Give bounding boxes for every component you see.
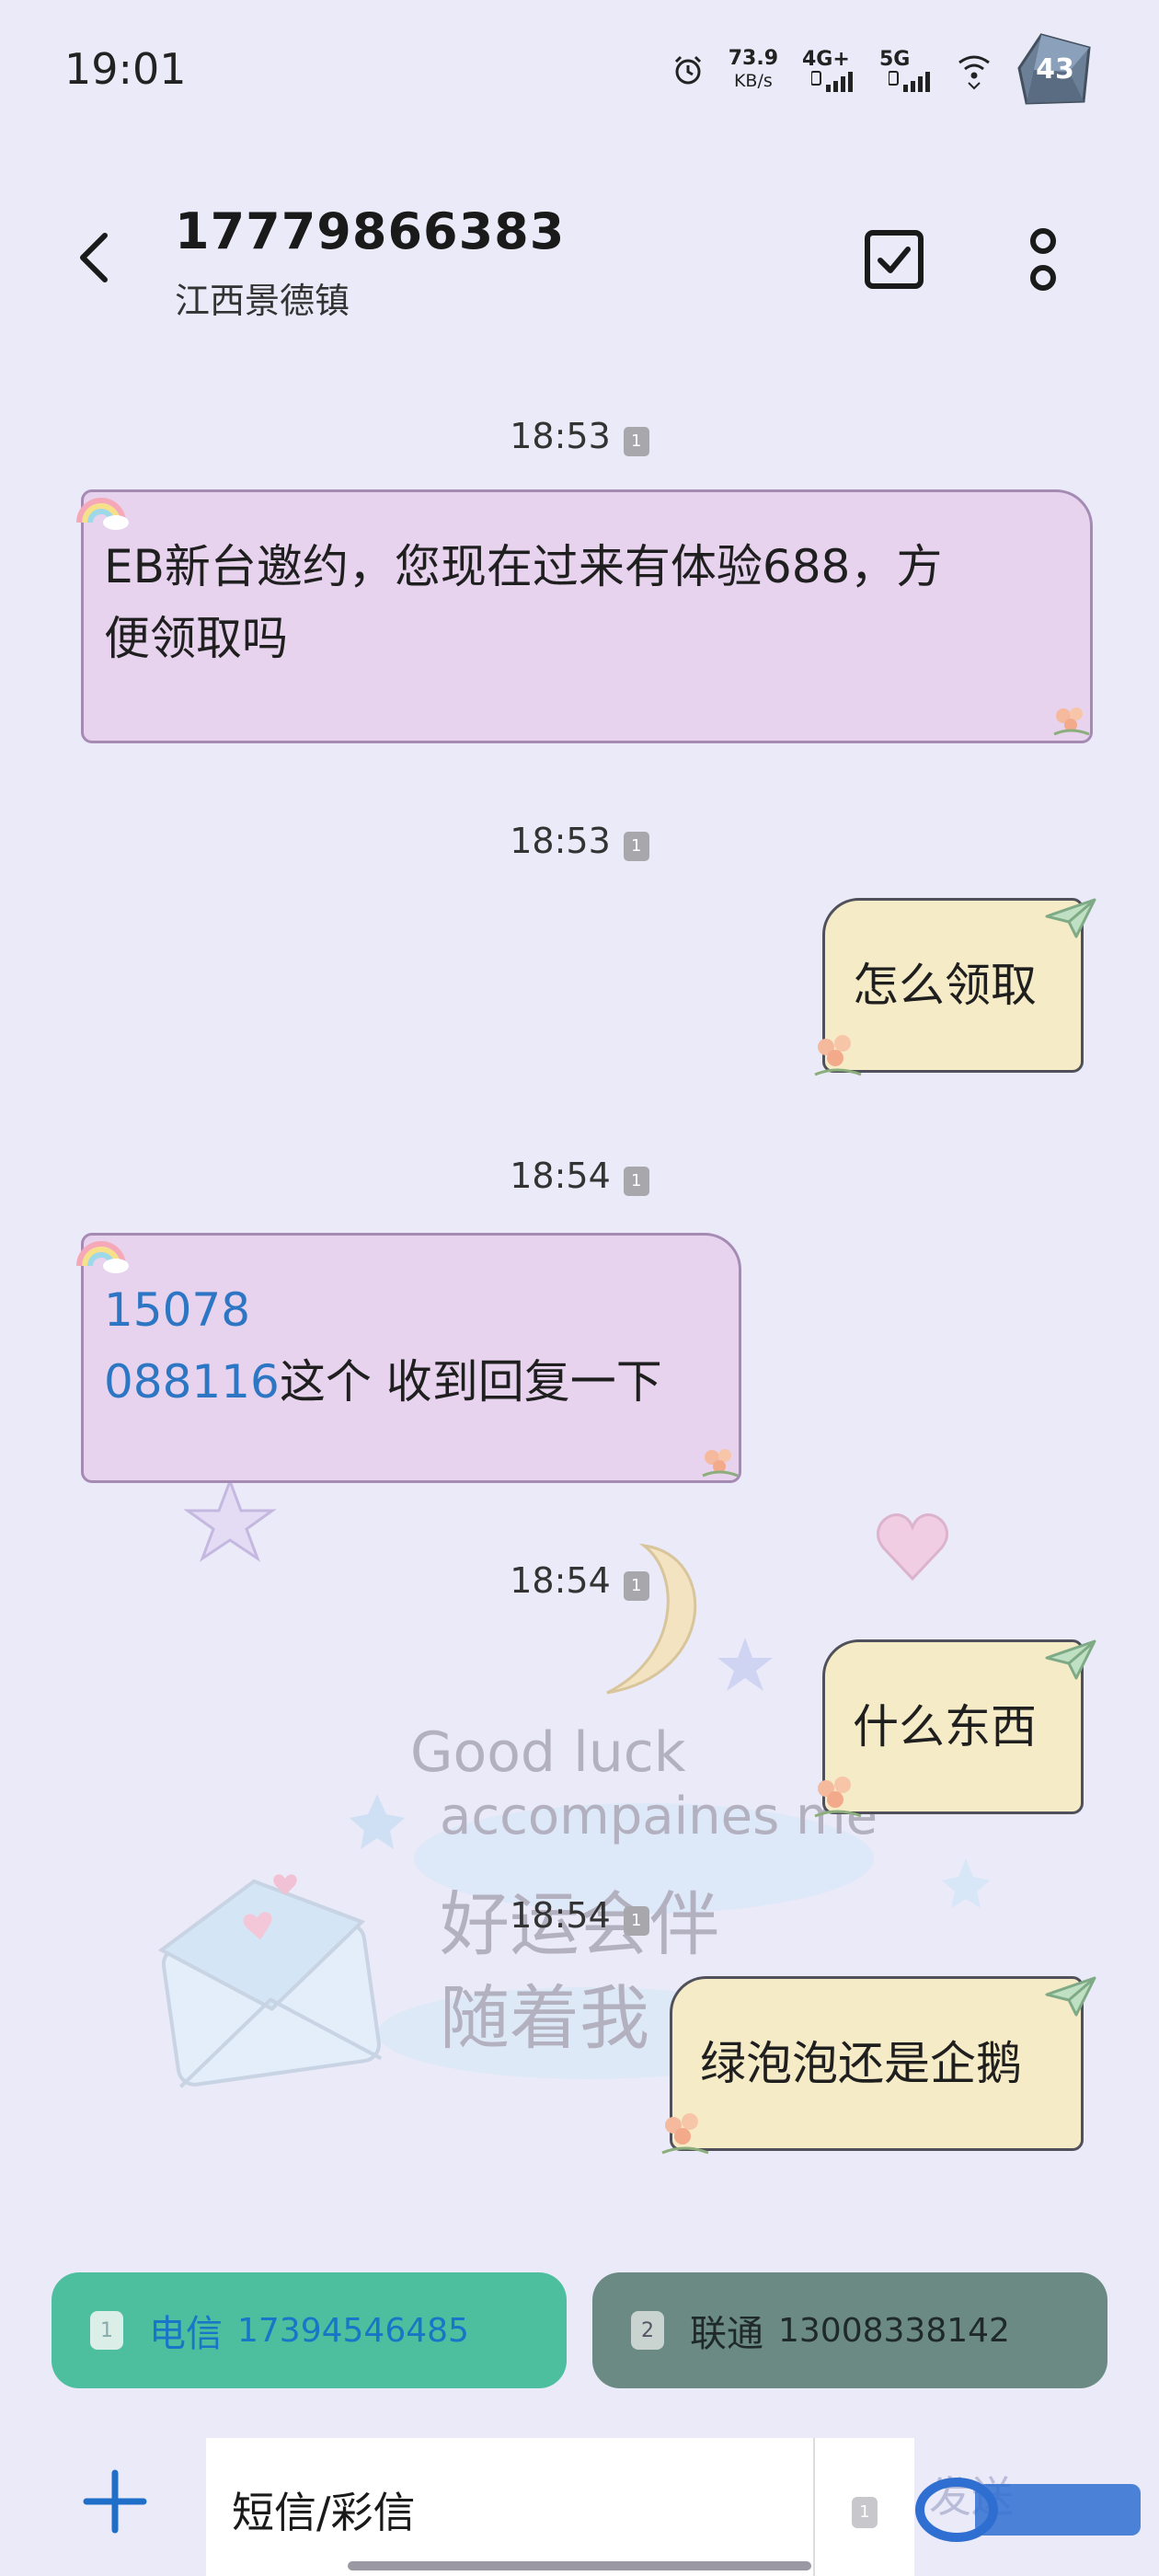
message-timestamp: 18:53 1 bbox=[0, 821, 1159, 861]
rainbow-sticker-icon bbox=[76, 1241, 129, 1273]
sim2-carrier: 联通 bbox=[690, 2313, 763, 2355]
message-input[interactable] bbox=[206, 2438, 813, 2576]
sim2-network-type: 5G bbox=[879, 48, 911, 71]
home-indicator[interactable] bbox=[348, 2561, 811, 2570]
status-time: 19:01 bbox=[64, 44, 187, 94]
timestamp-text: 18:54 bbox=[510, 1560, 611, 1601]
sim2-signal: 5G bbox=[879, 48, 933, 92]
message-text-line: EB新台邀约，您现在过来有体验688，方 bbox=[104, 540, 943, 593]
timestamp-text: 18:53 bbox=[510, 416, 611, 456]
add-attachment-button[interactable] bbox=[74, 2460, 156, 2543]
phone-number-link[interactable]: 088116 bbox=[104, 1355, 280, 1409]
back-arrow-icon bbox=[80, 233, 108, 282]
sim-switch-button[interactable]: 1 bbox=[813, 2438, 914, 2576]
flower-sticker-icon bbox=[661, 2113, 709, 2155]
message-timestamp: 18:54 1 bbox=[0, 1560, 1159, 1601]
sim-slot-icon: 1 bbox=[623, 427, 649, 456]
sim1-carrier: 电信 bbox=[149, 2313, 223, 2355]
timestamp-text: 18:53 bbox=[510, 821, 611, 861]
contact-location: 江西景德镇 bbox=[175, 281, 350, 321]
message-bubble-incoming[interactable]: 15078 088116这个 收到回复一下 bbox=[81, 1233, 741, 1483]
timestamp-text: 18:54 bbox=[510, 1895, 611, 1936]
paper-plane-icon bbox=[1045, 1976, 1096, 2017]
paper-plane-icon bbox=[1045, 898, 1096, 938]
flower-sticker-icon bbox=[702, 1449, 739, 1478]
signal-bars-icon bbox=[811, 71, 853, 92]
sim-slot-icon: 1 bbox=[623, 1906, 649, 1936]
sim-slot-icon: 1 bbox=[623, 1167, 649, 1196]
flower-sticker-icon bbox=[1053, 707, 1090, 736]
contact-number: 17779866383 bbox=[175, 202, 566, 260]
sim1-number: 17394546485 bbox=[237, 2311, 469, 2350]
sim-slot-icon: 1 bbox=[623, 1571, 649, 1601]
sim-slot-icon: 1 bbox=[623, 832, 649, 861]
message-bubble-incoming[interactable]: EB新台邀约，您现在过来有体验688，方 便领取吗 bbox=[81, 489, 1093, 743]
message-text: 绿泡泡还是企鹅 bbox=[700, 2037, 1022, 2090]
network-speed: 73.9 KB/s bbox=[729, 48, 778, 92]
status-icons: 73.9 KB/s 4G+ 5G 43 bbox=[671, 31, 1095, 109]
checkbox-icon bbox=[865, 230, 924, 289]
more-vertical-icon bbox=[1030, 228, 1056, 291]
battery-level: 43 bbox=[1036, 53, 1074, 86]
network-speed-value: 73.9 bbox=[728, 47, 778, 70]
message-text: 这个 收到回复一下 bbox=[279, 1355, 662, 1409]
rainbow-sticker-icon bbox=[76, 498, 129, 530]
back-button[interactable] bbox=[57, 221, 131, 294]
wallpaper-text-1: Good luck bbox=[410, 1720, 686, 1785]
message-timestamp: 18:54 1 bbox=[0, 1895, 1159, 1936]
sim2-send-button[interactable]: 2 联通 13008338142 bbox=[592, 2272, 1107, 2388]
sim1-network-type: 4G+ bbox=[802, 48, 850, 71]
wallpaper-text-4: 随着我 bbox=[440, 1977, 649, 2059]
alarm-icon bbox=[674, 55, 701, 85]
phone-number-link[interactable]: 15078 bbox=[104, 1283, 250, 1337]
sim-card-icon: 1 bbox=[852, 2497, 878, 2528]
sim2-number: 13008338142 bbox=[778, 2311, 1010, 2350]
message-timestamp: 18:53 1 bbox=[0, 416, 1159, 456]
message-timestamp: 18:54 1 bbox=[0, 1156, 1159, 1196]
battery-indicator: 43 bbox=[1016, 31, 1095, 109]
paper-plane-icon bbox=[1045, 1639, 1096, 1680]
sim-card-icon: 1 bbox=[90, 2311, 123, 2350]
site-watermark-logo bbox=[915, 2478, 1141, 2542]
message-text: 怎么领取 bbox=[853, 959, 1037, 1012]
signal-bars-icon bbox=[889, 71, 930, 92]
flower-sticker-icon bbox=[814, 1035, 862, 1076]
network-speed-unit: KB/s bbox=[733, 71, 773, 91]
timestamp-text: 18:54 bbox=[510, 1156, 611, 1196]
sim1-signal: 4G+ bbox=[802, 48, 855, 92]
status-bar: 19:01 73.9 KB/s 4G+ 5G 43 bbox=[0, 0, 1159, 138]
plus-icon bbox=[83, 2469, 147, 2534]
multi-select-button[interactable] bbox=[855, 221, 933, 298]
message-text: 什么东西 bbox=[853, 1700, 1037, 1754]
sim1-send-button[interactable]: 1 电信 17394546485 bbox=[52, 2272, 567, 2388]
more-options-button[interactable] bbox=[1004, 221, 1082, 298]
sim-card-icon: 2 bbox=[631, 2311, 664, 2350]
wifi-icon bbox=[958, 55, 990, 90]
message-bubble-outgoing[interactable]: 绿泡泡还是企鹅 bbox=[670, 1976, 1084, 2151]
flower-sticker-icon bbox=[814, 1777, 862, 1818]
sim-selector: 1 电信 17394546485 2 联通 13008338142 bbox=[52, 2272, 1109, 2388]
message-text-line: 便领取吗 bbox=[104, 612, 288, 665]
message-list[interactable]: Good luck accompaines me 好运会伴 随着我 18:53 1… bbox=[0, 386, 1159, 2245]
conversation-header: 17779866383 江西景德镇 bbox=[0, 184, 1159, 340]
